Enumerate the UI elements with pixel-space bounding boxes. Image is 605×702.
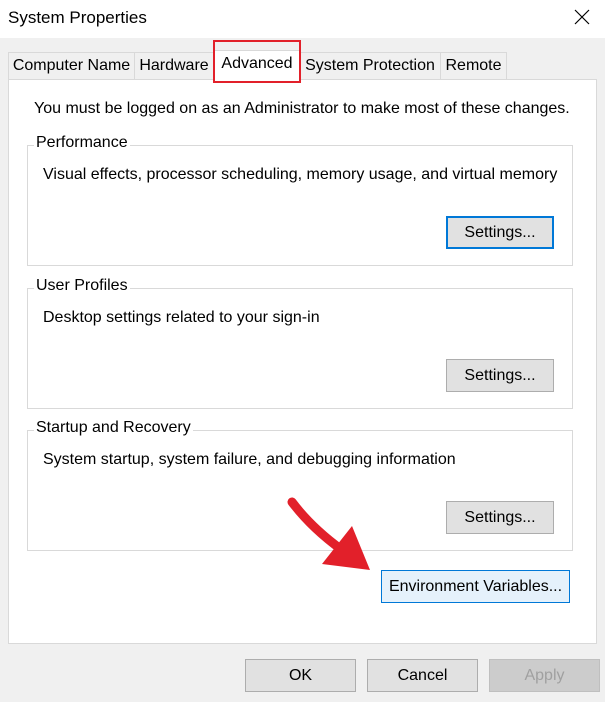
ok-button[interactable]: OK [245,659,356,692]
startup-recovery-description: System startup, system failure, and debu… [43,451,456,468]
apply-button[interactable]: Apply [489,659,600,692]
title-bar: System Properties [0,0,605,38]
user-profiles-description: Desktop settings related to your sign-in [43,309,320,326]
cancel-button[interactable]: Cancel [367,659,478,692]
user-profiles-group-title: User Profiles [34,277,130,295]
performance-description: Visual effects, processor scheduling, me… [43,166,558,183]
startup-recovery-settings-button[interactable]: Settings... [446,501,554,534]
red-arrow-icon [287,497,370,570]
user-profiles-group: User Profiles Desktop settings related t… [27,277,573,409]
tab-system-protection[interactable]: System Protection [299,52,441,80]
admin-notice: You must be logged on as an Administrato… [34,100,570,117]
tab-remote[interactable]: Remote [440,52,507,80]
startup-recovery-group-title: Startup and Recovery [34,419,193,437]
window-title: System Properties [8,8,147,27]
user-profiles-settings-button[interactable]: Settings... [446,359,554,392]
close-icon [574,9,590,25]
tab-hardware[interactable]: Hardware [134,52,214,80]
close-button[interactable] [559,0,605,38]
environment-variables-button[interactable]: Environment Variables... [381,570,570,603]
performance-settings-button[interactable]: Settings... [446,216,554,249]
tab-advanced[interactable]: Advanced [214,50,300,81]
performance-group: Performance Visual effects, processor sc… [27,134,573,266]
performance-group-title: Performance [34,134,130,152]
tab-computer-name[interactable]: Computer Name [8,52,135,80]
